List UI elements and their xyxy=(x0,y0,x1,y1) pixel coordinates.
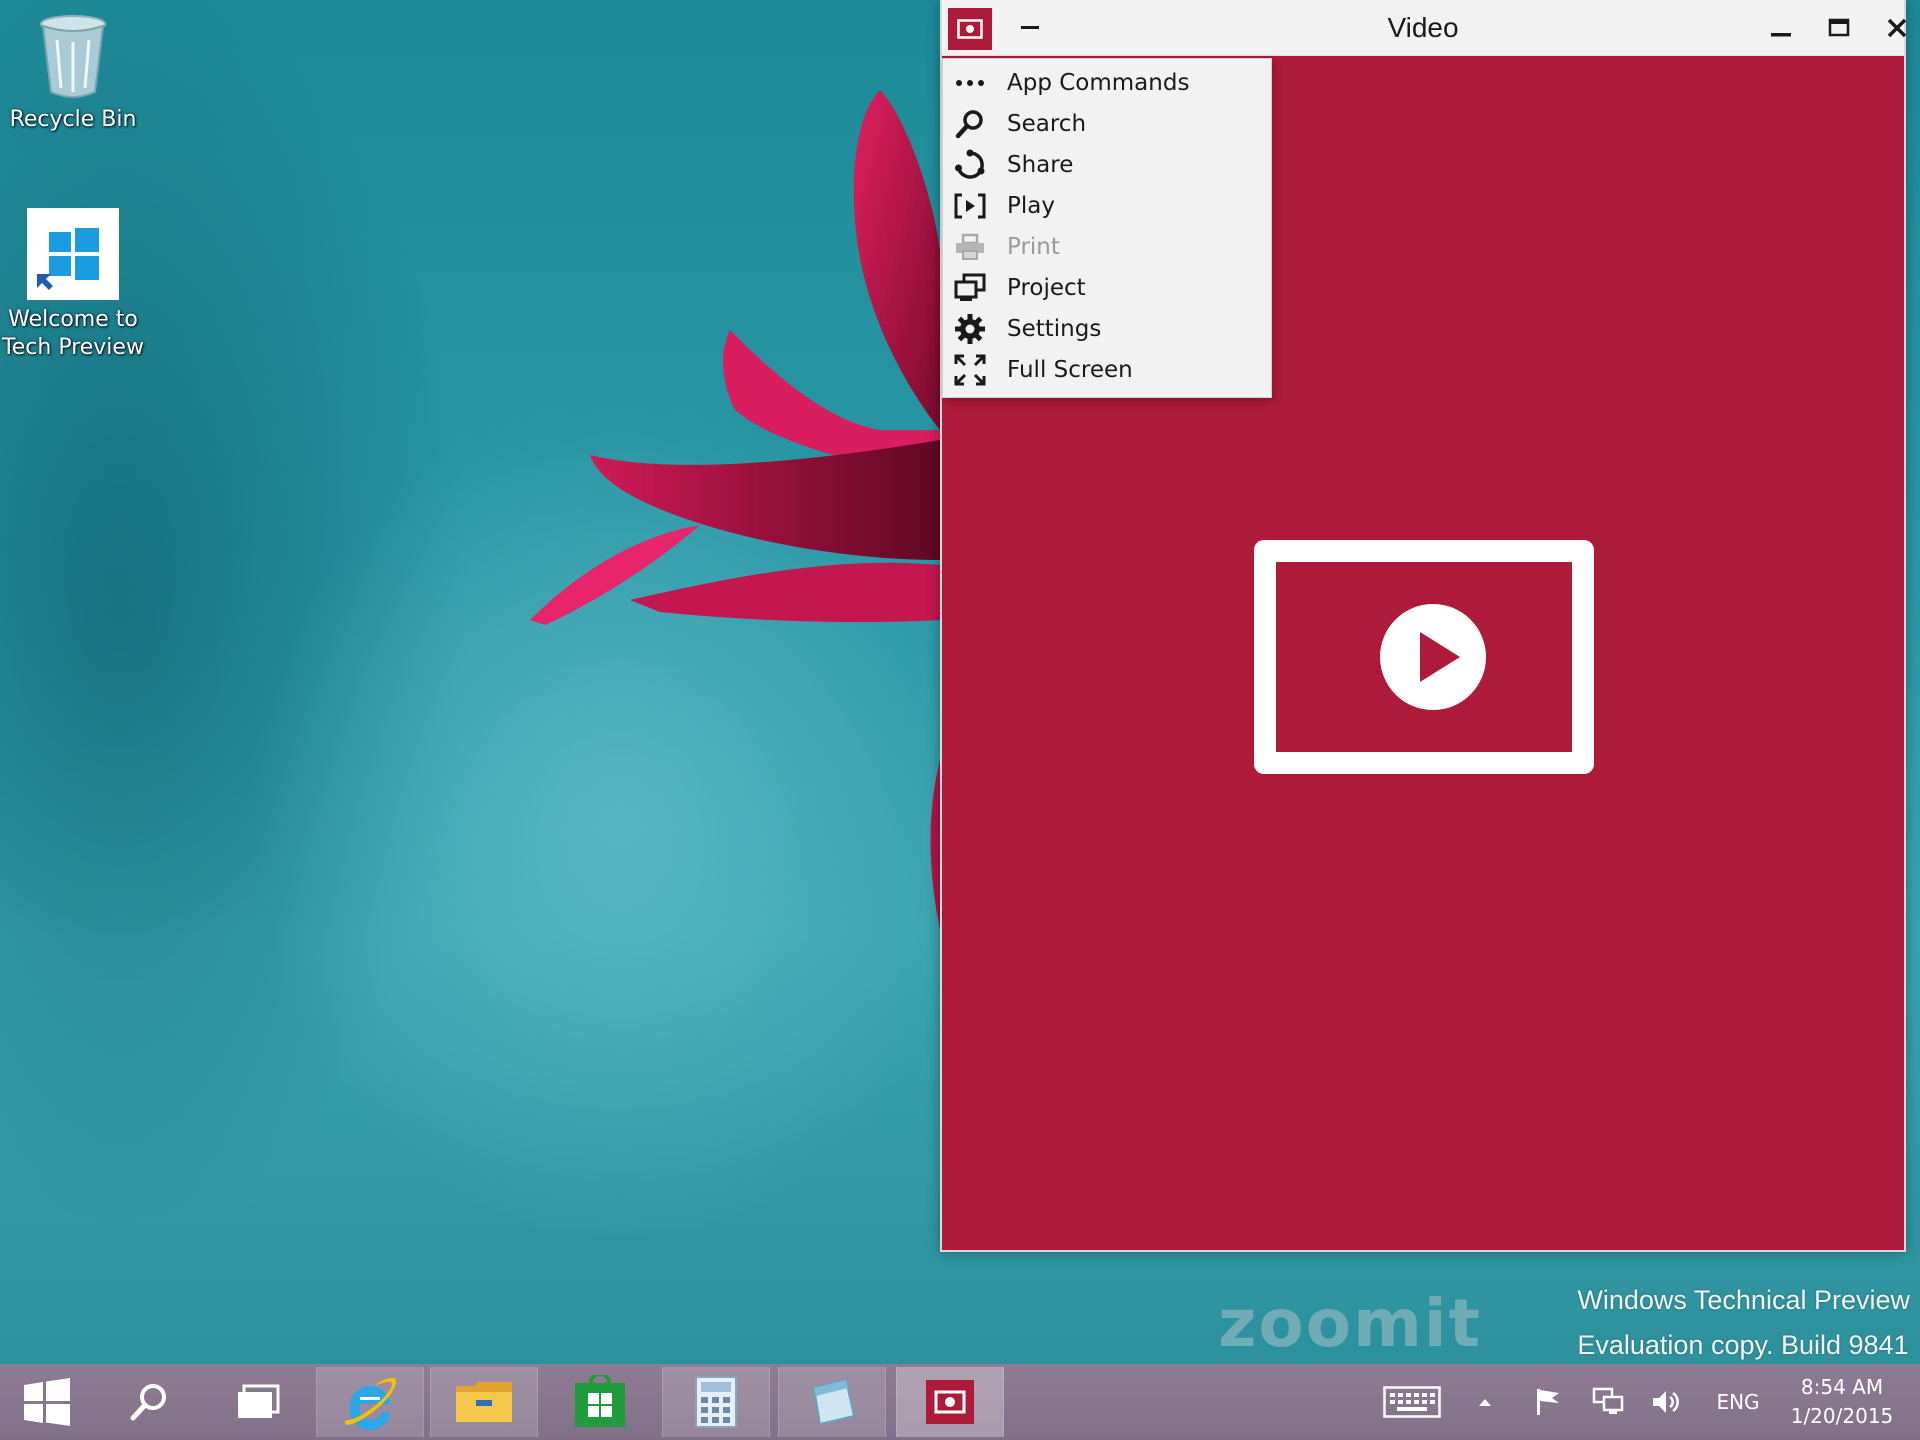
menu-item-search[interactable]: Search xyxy=(943,103,1271,144)
maximize-icon xyxy=(1828,18,1850,37)
taskbar-app-calculator[interactable] xyxy=(662,1367,770,1437)
task-view-icon xyxy=(238,1384,280,1418)
close-button[interactable] xyxy=(1874,8,1920,48)
input-language-button[interactable]: ENG xyxy=(1706,1372,1770,1432)
menu-item-label: Play xyxy=(1007,192,1055,219)
flag-icon xyxy=(1537,1389,1559,1415)
clock-time: 8:54 AM xyxy=(1800,1375,1884,1399)
gear-icon xyxy=(955,313,985,344)
project-icon xyxy=(954,273,986,301)
chevron-up-icon xyxy=(1479,1399,1491,1406)
action-center-button[interactable] xyxy=(1530,1372,1566,1432)
start-icon xyxy=(24,1378,70,1426)
desktop-icon-label: Recycle Bin xyxy=(9,107,137,132)
menu-item-play[interactable]: Play xyxy=(943,185,1271,226)
notepad-icon xyxy=(812,1378,856,1426)
taskbar-app-internet-explorer[interactable] xyxy=(316,1367,424,1437)
menu-item-settings[interactable]: Settings xyxy=(943,308,1271,349)
zoomit-watermark-logo: zoomit xyxy=(1218,1285,1483,1362)
watermark-line-1: Windows Technical Preview xyxy=(1577,1285,1910,1315)
menu-item-label: App Commands xyxy=(1007,69,1190,96)
video-placeholder-frame[interactable] xyxy=(1254,540,1594,774)
search-icon xyxy=(955,109,983,138)
clock-date: 1/20/2015 xyxy=(1790,1404,1894,1428)
menu-item-label: Print xyxy=(1007,233,1060,260)
desktop-icon-label: Tech Preview xyxy=(2,335,144,360)
close-icon xyxy=(1887,18,1907,38)
print-icon xyxy=(956,233,984,260)
recycle-bin-icon xyxy=(40,15,106,98)
menu-item-label: Settings xyxy=(1007,315,1102,342)
menu-item-print: Print xyxy=(943,226,1271,267)
menu-item-label: Project xyxy=(1007,274,1086,301)
taskbar-app-video[interactable] xyxy=(896,1367,1004,1437)
file-explorer-icon xyxy=(456,1382,512,1422)
volume-button[interactable] xyxy=(1648,1372,1684,1432)
network-icon xyxy=(1592,1387,1624,1414)
calculator-icon xyxy=(695,1376,737,1428)
search-icon xyxy=(130,1384,166,1421)
app-commands-menu: App Commands Search Share Play Print Pro… xyxy=(942,58,1272,398)
network-button[interactable] xyxy=(1590,1372,1626,1432)
play-button[interactable] xyxy=(1380,604,1486,710)
title-bar[interactable]: Video xyxy=(942,0,1907,56)
menu-item-share[interactable]: Share xyxy=(943,144,1271,185)
taskbar-search-button[interactable] xyxy=(112,1367,186,1437)
more-dots-icon xyxy=(956,79,984,86)
taskbar-app-file-explorer[interactable] xyxy=(430,1367,538,1437)
desktop-icon-welcome-tech-preview[interactable]: Welcome to Tech Preview xyxy=(0,208,146,362)
start-button[interactable] xyxy=(10,1367,84,1437)
taskbar-app-notepad[interactable] xyxy=(778,1367,886,1437)
fullscreen-icon xyxy=(954,354,986,385)
maximize-button[interactable] xyxy=(1816,8,1862,48)
taskbar: ENG 8:54 AM 1/20/2015 xyxy=(0,1364,1920,1440)
menu-item-label: Share xyxy=(1007,151,1074,178)
taskbar-app-store[interactable] xyxy=(560,1367,640,1437)
desktop-icon-label: Welcome to xyxy=(8,307,138,332)
keyboard-icon xyxy=(1383,1386,1441,1418)
store-icon xyxy=(575,1375,625,1427)
language-indicator: ENG xyxy=(1716,1390,1760,1414)
show-hidden-icons-button[interactable] xyxy=(1470,1372,1500,1432)
volume-icon xyxy=(1653,1391,1679,1413)
minimize-button[interactable] xyxy=(1758,8,1804,48)
build-watermark: Windows Technical Preview Evaluation cop… xyxy=(1577,1278,1910,1368)
minimize-icon xyxy=(1771,33,1791,37)
menu-item-label: Search xyxy=(1007,110,1087,137)
windows-logo-icon xyxy=(27,208,119,300)
play-icon xyxy=(954,193,986,218)
clock-button[interactable]: 8:54 AM 1/20/2015 xyxy=(1786,1373,1898,1431)
play-triangle-icon xyxy=(1420,632,1460,682)
video-app-icon xyxy=(926,1380,974,1424)
watermark-line-2: Evaluation copy. Build 9841 xyxy=(1577,1330,1909,1360)
menu-item-app-commands[interactable]: App Commands xyxy=(943,62,1271,103)
desktop-icon-recycle-bin[interactable]: Recycle Bin xyxy=(0,12,146,134)
touch-keyboard-button[interactable] xyxy=(1380,1372,1444,1432)
task-view-button[interactable] xyxy=(218,1367,298,1437)
share-icon xyxy=(955,149,985,179)
menu-item-full-screen[interactable]: Full Screen xyxy=(943,349,1271,390)
menu-item-label: Full Screen xyxy=(1007,356,1133,383)
menu-item-project[interactable]: Project xyxy=(943,267,1271,308)
internet-explorer-icon xyxy=(344,1377,397,1430)
